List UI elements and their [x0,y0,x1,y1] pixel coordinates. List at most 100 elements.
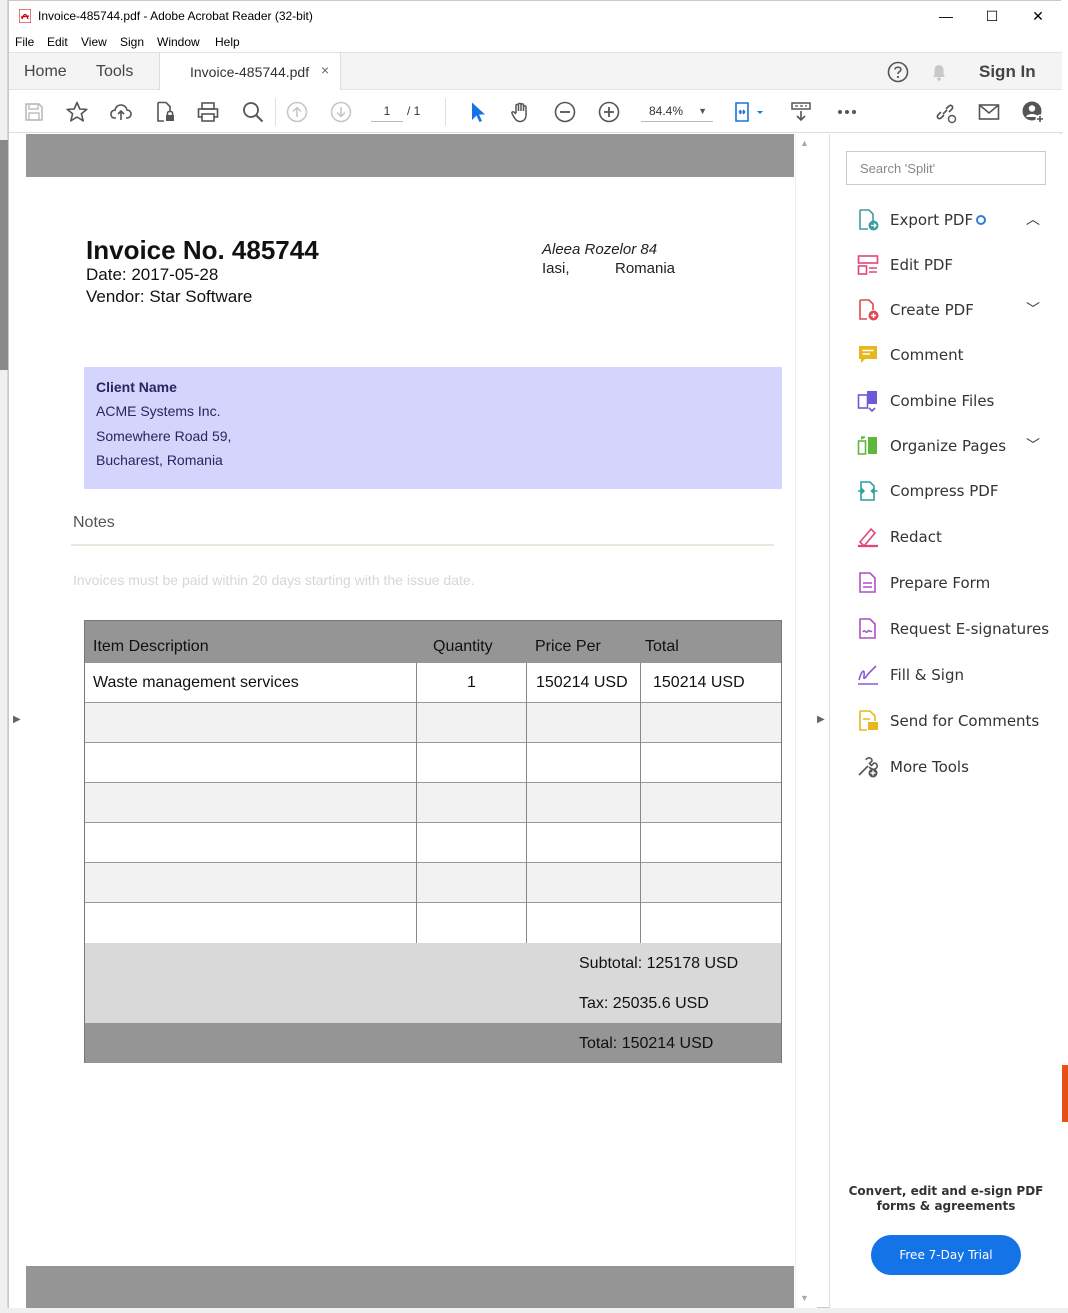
tax-value: Tax: 25035.6 USD [579,995,709,1012]
scroll-up-icon[interactable]: ▲ [800,138,809,148]
send-for-comments-icon [856,709,880,733]
upload-cloud-icon[interactable] [109,100,133,124]
menu-window[interactable]: Window [157,35,200,49]
create-pdf-icon [856,298,880,322]
tool-prepare-form[interactable]: Prepare Form [856,569,1056,599]
vendor-address-street: Aleea Rozelor 84 [542,241,658,258]
chevron-up-icon[interactable]: ︿ [1026,209,1040,229]
notification-bell-icon[interactable] [928,61,950,83]
email-icon[interactable] [977,100,1001,124]
invoice-date: Date: 2017-05-28 [86,265,219,284]
tool-send-for-comments[interactable]: Send for Comments [856,707,1056,737]
zoom-level-select[interactable]: 84.4% ▼ [641,100,713,122]
invoice-vendor: Vendor: Star Software [86,287,253,306]
maximize-button[interactable]: ☐ [969,1,1015,31]
tool-label: Send for Comments [890,712,1040,730]
total-section: Total: 150214 USD [85,1023,781,1063]
print-icon[interactable] [196,100,220,124]
collapse-right-pane-icon[interactable]: ▶ [817,714,825,725]
menu-sign[interactable]: Sign [120,35,144,49]
tool-create-pdf[interactable]: Create PDF ﹀ [856,296,1056,326]
zoom-in-icon[interactable] [597,100,621,124]
chevron-down-icon[interactable]: ﹀ [1026,299,1040,319]
minimize-icon: — [939,8,953,24]
scroll-mode-icon[interactable] [789,100,813,124]
scroll-down-icon[interactable]: ▼ [800,1293,809,1303]
subtotal-section: Subtotal: 125178 USD Tax: 25035.6 USD [85,943,781,1023]
select-cursor-icon[interactable] [465,100,489,124]
row-quantity: 1 [467,674,476,691]
combine-files-icon [856,389,880,413]
zoom-out-icon[interactable] [553,100,577,124]
subtotal-value: Subtotal: 125178 USD [579,955,739,972]
page-number-input[interactable]: 1 [371,100,403,122]
desktop-background [0,0,8,1313]
column-header-total: Total [645,638,679,655]
free-trial-button[interactable]: Free 7-Day Trial [871,1235,1021,1275]
tool-edit-pdf[interactable]: Edit PDF [856,251,1056,281]
edit-pdf-icon [856,253,880,277]
tab-tools[interactable]: Tools [96,63,133,81]
close-tab-icon[interactable]: × [321,62,329,78]
title-bar: Invoice-485744.pdf - Adobe Acrobat Reade… [9,1,1062,31]
tool-fill-sign[interactable]: Fill & Sign [856,661,1056,691]
tool-combine-files[interactable]: Combine Files [856,387,1056,417]
tool-label: Fill & Sign [890,666,964,684]
tool-label: Export PDF [890,211,974,229]
tool-more-tools[interactable]: More Tools [856,753,1056,783]
upsell-line-1: Convert, edit and e-sign PDF [848,1184,1044,1198]
tool-redact[interactable]: Redact [856,523,1056,553]
add-user-icon[interactable] [1021,100,1045,124]
prepare-form-icon [856,571,880,595]
chevron-down-icon[interactable]: ﹀ [1026,435,1040,455]
tool-request-esignatures[interactable]: Request E-signatures [856,615,1056,645]
notes-heading: Notes [73,514,115,531]
tab-document[interactable]: Invoice-485744.pdf × [159,53,341,91]
minimize-button[interactable]: — [923,1,969,31]
tool-label: More Tools [890,758,969,776]
menu-edit[interactable]: Edit [47,35,68,49]
chevron-down-icon: ▼ [698,106,707,116]
tool-label: Combine Files [890,392,995,410]
client-street: Somewhere Road 59, [96,428,232,444]
menu-view[interactable]: View [81,35,107,49]
protect-document-icon[interactable] [153,100,177,124]
menu-help[interactable]: Help [215,35,240,49]
previous-page-icon[interactable] [285,100,309,124]
tool-export-pdf[interactable]: Export PDF ︿ [856,206,1056,236]
tool-comment[interactable]: Comment [856,341,1056,371]
tool-label: Edit PDF [890,256,954,274]
tools-panel: Search 'Split' Export PDF ︿ Edit PDF Cre… [830,134,1062,1309]
more-options-icon[interactable] [835,100,859,124]
sign-in-button[interactable]: Sign In [979,62,1036,82]
menu-file[interactable]: File [15,35,34,49]
notes-text: Invoices must be paid within 20 days sta… [73,572,475,588]
tool-label: Create PDF [890,301,974,319]
pdf-page: Invoice No. 485744 Date: 2017-05-28 Vend… [26,177,794,1266]
grand-total-value: Total: 150214 USD [579,1035,714,1052]
tab-home[interactable]: Home [24,63,67,81]
next-page-icon[interactable] [329,100,353,124]
expand-left-pane-icon[interactable]: ▶ [13,714,21,725]
notes-divider [71,544,774,546]
compress-pdf-icon [856,479,880,503]
bookmark-star-icon[interactable] [65,100,89,124]
hand-tool-icon[interactable] [509,100,533,124]
share-link-icon[interactable] [933,100,957,124]
save-icon[interactable] [22,100,46,124]
table-row-empty [85,903,781,943]
column-header-description: Item Description [93,638,209,655]
tool-compress-pdf[interactable]: Compress PDF [856,477,1056,507]
tool-organize-pages[interactable]: Organize Pages ﹀ [856,432,1056,462]
menu-bar: File Edit View Sign Window Help [9,31,1062,52]
invoice-title: Invoice No. 485744 [86,235,319,265]
search-icon[interactable] [241,100,265,124]
fit-page-icon[interactable] [733,100,767,124]
tools-search-input[interactable]: Search 'Split' [846,151,1046,185]
page-gutter-top [26,134,794,177]
vertical-scrollbar[interactable]: ▲ ▼ [795,134,813,1309]
close-button[interactable]: ✕ [1015,1,1061,31]
help-icon[interactable] [887,61,909,83]
page-total: / 1 [407,104,421,118]
upsell-message: Convert, edit and e-sign PDF forms & agr… [830,1184,1062,1214]
